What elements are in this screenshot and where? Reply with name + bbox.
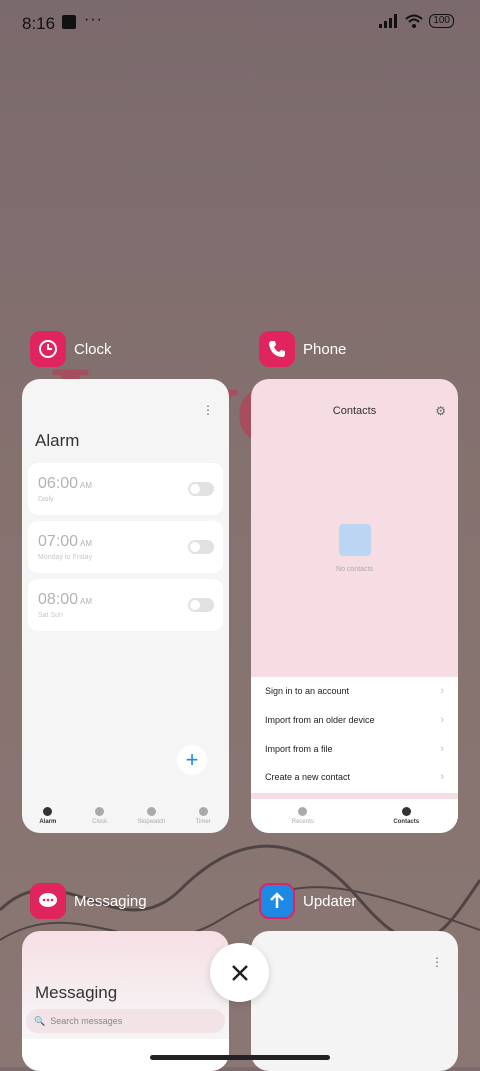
home-indicator[interactable] xyxy=(150,1055,330,1060)
search-field: 🔍 Search messages xyxy=(26,1009,225,1033)
more-notifications-icon: ··· xyxy=(84,11,103,28)
more-vertical-icon: ⋮ xyxy=(202,403,214,417)
recent-card-updater[interactable]: ⋮ xyxy=(251,931,458,1071)
close-all-button[interactable] xyxy=(210,943,269,1002)
app-label-messaging[interactable]: Messaging xyxy=(30,883,147,919)
notification-icon xyxy=(62,15,76,29)
alarm-repeat: Sat Sun xyxy=(38,612,63,619)
arrow-up-icon xyxy=(259,883,295,919)
alarm-repeat: Monday to Friday xyxy=(38,554,93,561)
contacts-options: Sign in to an account › Import from an ol… xyxy=(251,677,458,793)
alarm-tab-icon xyxy=(43,807,53,816)
chevron-right-icon: › xyxy=(440,714,444,726)
app-name-updater: Updater xyxy=(303,892,357,910)
list-item: Import from an older device › xyxy=(265,714,444,726)
messaging-screen-title: Messaging xyxy=(35,983,118,1002)
battery-indicator: 100 xyxy=(429,14,454,28)
alarm-item: 06:00 AM Daily xyxy=(28,463,223,515)
alarm-time: 06:00 xyxy=(38,475,79,492)
wifi-icon xyxy=(405,14,423,28)
alarm-repeat: Daily xyxy=(38,496,54,503)
phone-icon xyxy=(259,331,295,367)
contacts-tab-icon xyxy=(401,807,411,816)
timer-tab-icon xyxy=(198,807,208,816)
stopwatch-tab-icon xyxy=(146,807,156,816)
recent-card-clock[interactable]: ⋮ Alarm 06:00 AM Daily 07:00 AM Monday to … xyxy=(22,379,229,833)
status-bar: 8:16 ··· 100 xyxy=(0,0,480,48)
recent-card-messaging[interactable]: Messaging 🔍 Search messages xyxy=(22,931,229,1071)
alarm-ampm: AM xyxy=(80,481,93,490)
list-item: Import from a file › xyxy=(265,743,444,755)
tab-recents: Recents xyxy=(251,799,355,833)
tab-timer: Timer xyxy=(177,799,229,833)
app-label-updater[interactable]: Updater xyxy=(259,883,356,919)
app-name-phone: Phone xyxy=(303,340,347,358)
phone-tabs: Recents Contacts xyxy=(251,799,458,833)
chevron-right-icon: › xyxy=(440,771,444,783)
close-icon xyxy=(231,964,248,981)
chevron-right-icon: › xyxy=(440,685,444,697)
clock-tabs: Alarm Clock Stopwatch Timer xyxy=(22,799,229,833)
app-name-messaging: Messaging xyxy=(74,892,147,910)
alarm-time: 08:00 xyxy=(38,591,79,608)
search-icon: 🔍 xyxy=(34,1015,46,1026)
add-alarm-icon: + xyxy=(177,745,207,775)
list-item: Sign in to an account › xyxy=(265,685,444,697)
alarm-item: 07:00 AM Monday to Friday xyxy=(28,521,223,573)
app-label-phone[interactable]: Phone xyxy=(259,331,346,367)
tab-alarm: Alarm xyxy=(22,799,74,833)
app-name-clock: Clock xyxy=(74,340,112,358)
alarm-ampm: AM xyxy=(80,539,93,548)
alarm-ampm: AM xyxy=(80,597,93,606)
gear-icon: ⚙ xyxy=(435,404,446,418)
alarm-toggle xyxy=(188,540,214,554)
tab-clock: Clock xyxy=(74,799,126,833)
contacts-placeholder-icon xyxy=(339,524,371,556)
app-label-clock[interactable]: Clock xyxy=(30,331,112,367)
recent-card-phone[interactable]: Contacts ⚙ No contacts Sign in to an acc… xyxy=(251,379,458,833)
alarm-toggle xyxy=(188,598,214,612)
tab-stopwatch: Stopwatch xyxy=(126,799,178,833)
alarm-time: 07:00 xyxy=(38,533,79,550)
chevron-right-icon: › xyxy=(440,743,444,755)
tab-contacts: Contacts xyxy=(355,799,459,833)
signal-icon xyxy=(379,14,398,28)
list-item: Create a new contact › xyxy=(265,771,444,783)
phone-screen-title: Contacts xyxy=(332,405,377,417)
chat-bubble-icon xyxy=(30,883,66,919)
clock-screen-title: Alarm xyxy=(35,431,80,450)
empty-contacts-text: No contacts xyxy=(336,566,373,573)
status-time: 8:16 xyxy=(22,14,56,33)
alarm-toggle xyxy=(188,482,214,496)
alarm-clock-icon xyxy=(30,331,66,367)
more-vertical-icon: ⋮ xyxy=(431,955,443,969)
alarm-item: 08:00 AM Sat Sun xyxy=(28,579,223,631)
recents-tab-icon xyxy=(298,807,308,816)
clock-tab-icon xyxy=(95,807,105,816)
